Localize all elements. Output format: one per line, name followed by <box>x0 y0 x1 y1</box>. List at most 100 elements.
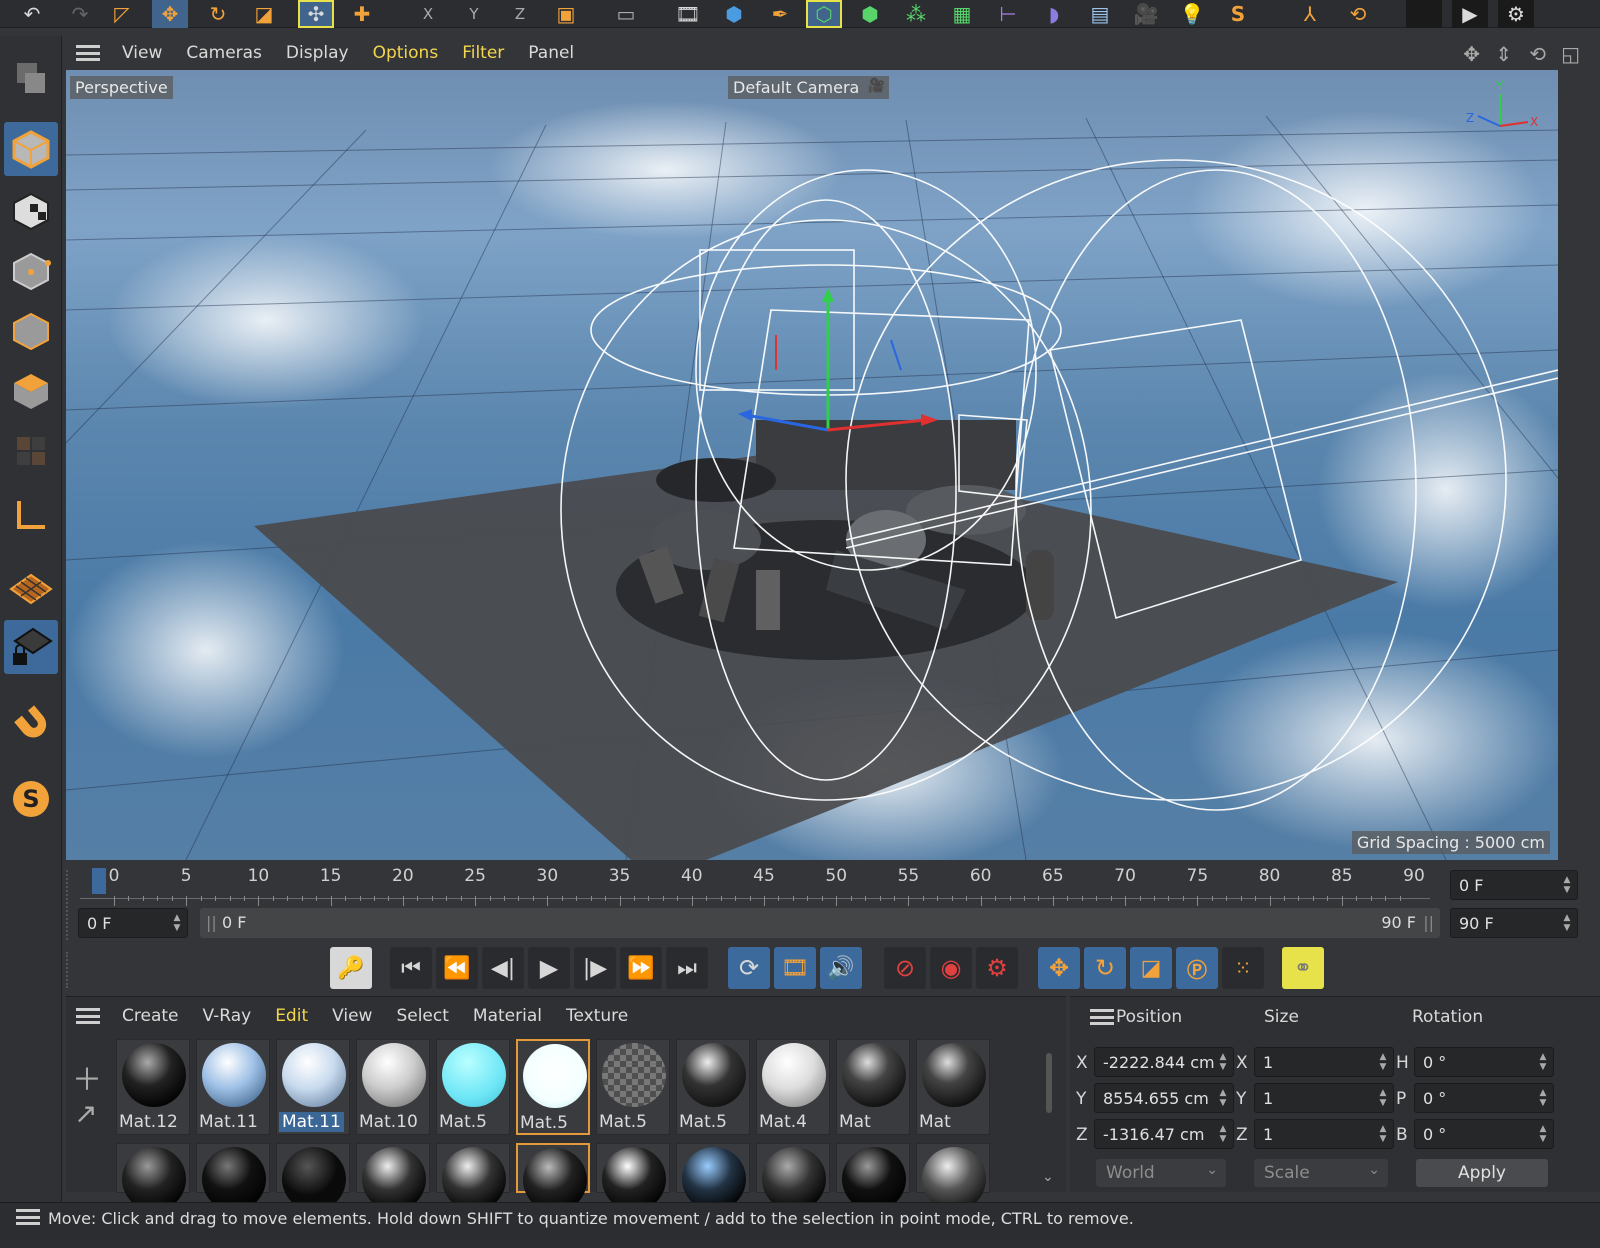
model-mode-icon[interactable] <box>4 122 58 176</box>
end-frame-field[interactable]: 90 F ▲ ▼ <box>1450 908 1578 938</box>
status-menu-hamburger-icon[interactable] <box>16 1209 40 1225</box>
spinner-icon[interactable]: ▲ ▼ <box>1217 1124 1229 1144</box>
menu-view[interactable]: View <box>320 1006 384 1026</box>
material-swatch[interactable]: Mat.5 <box>676 1039 750 1135</box>
plugin-s-icon[interactable]: S <box>1220 0 1256 28</box>
film-strip-icon[interactable]: 🎞 <box>774 947 816 989</box>
spinner-icon[interactable]: ▲ ▼ <box>171 913 183 933</box>
timeline-ruler[interactable]: 0 5 10 15 20 25 30 35 40 45 50 55 60 65 70 75 80 85 90 <box>80 866 1440 906</box>
material-swatch[interactable] <box>356 1143 430 1211</box>
make-editable-icon[interactable] <box>4 50 58 104</box>
menu-material[interactable]: Material <box>461 1006 554 1026</box>
menu-display[interactable]: Display <box>274 43 361 63</box>
menu-texture[interactable]: Texture <box>554 1006 640 1026</box>
undo-icon[interactable]: ↶ <box>14 0 50 28</box>
menu-create[interactable]: Create <box>110 1006 191 1026</box>
rotation-b-field[interactable]: 0 ° ▲ ▼ <box>1414 1119 1554 1149</box>
pan-view-icon[interactable]: ✥ <box>1463 42 1480 66</box>
material-swatch[interactable] <box>196 1143 270 1211</box>
spinner-icon[interactable]: ▲ ▼ <box>1377 1124 1389 1144</box>
record-rotation-icon[interactable]: ◉ <box>930 947 972 989</box>
play-render-icon[interactable]: ▶ <box>1452 0 1488 28</box>
rotate-view-icon[interactable]: ⟲ <box>1529 42 1546 66</box>
move-tool-icon[interactable]: ✥ <box>152 0 188 28</box>
menu-filter[interactable]: Filter <box>450 43 516 63</box>
subdivision-icon[interactable]: ⬡ <box>806 0 842 28</box>
bend-deformer-icon[interactable]: ◗ <box>1036 0 1072 28</box>
menu-select[interactable]: Select <box>384 1006 460 1026</box>
coordinates-menu-hamburger-icon[interactable] <box>1090 1009 1114 1025</box>
sound-icon[interactable]: 🔊 <box>820 947 862 989</box>
lock-x-icon[interactable]: X <box>410 0 446 28</box>
range-slider[interactable]: || 0 F 90 F || <box>200 908 1440 938</box>
menu-options[interactable]: Options <box>361 43 451 63</box>
position-z-field[interactable]: -1316.47 cm ▲ ▼ <box>1094 1119 1234 1149</box>
material-swatch[interactable]: Mat.12 <box>116 1039 190 1135</box>
go-to-start-icon[interactable]: ⏮ <box>390 947 432 989</box>
menu-vray[interactable]: V-Ray <box>191 1006 264 1026</box>
character-icon[interactable]: ⅄ <box>1292 0 1328 28</box>
material-swatch-selected[interactable]: Mat.11 <box>276 1039 350 1135</box>
material-swatch[interactable] <box>116 1143 190 1211</box>
menu-panel[interactable]: Panel <box>516 43 586 63</box>
material-menu-hamburger-icon[interactable] <box>76 1008 100 1024</box>
lock-y-icon[interactable]: Y <box>456 0 492 28</box>
coordinate-system-icon[interactable]: ▣ <box>548 0 584 28</box>
redo-icon[interactable]: ↷ <box>62 0 98 28</box>
transform-icon[interactable]: ✣ <box>298 0 334 28</box>
spinner-icon[interactable]: ▲ ▼ <box>1561 875 1573 895</box>
size-x-field[interactable]: 1 ▲ ▼ <box>1254 1047 1394 1077</box>
material-swatch[interactable] <box>276 1143 350 1211</box>
go-to-end-icon[interactable]: ⏭ <box>666 947 708 989</box>
key-points-icon[interactable]: ⁙ <box>1222 947 1264 989</box>
coordinate-space-dropdown[interactable]: World ⌄ <box>1096 1159 1226 1187</box>
zoom-view-icon[interactable]: ⇕ <box>1495 42 1512 66</box>
add-material-icon[interactable]: ＋ <box>72 1055 102 1099</box>
scroll-down-icon[interactable]: ⌄ <box>1042 1169 1054 1185</box>
material-swatch[interactable] <box>436 1143 510 1211</box>
render-view-icon[interactable]: 🎞 <box>670 0 706 28</box>
material-swatch[interactable] <box>596 1143 670 1211</box>
view-name-label[interactable]: Perspective <box>70 76 173 99</box>
3d-viewport[interactable]: Y X Z Perspective Default Camera 🎥 Grid … <box>66 70 1558 860</box>
motion-system-icon[interactable]: ⚭ <box>1282 947 1324 989</box>
cloner-icon[interactable]: ⁂ <box>898 0 934 28</box>
material-swatch[interactable]: Mat.5 <box>436 1039 510 1135</box>
material-swatch[interactable] <box>836 1143 910 1211</box>
material-swatch[interactable] <box>676 1143 750 1211</box>
spinner-icon[interactable]: ▲ ▼ <box>1537 1124 1549 1144</box>
material-swatch[interactable] <box>756 1143 830 1211</box>
polygons-mode-icon[interactable] <box>4 364 58 418</box>
live-selection-icon[interactable]: ◸ <box>104 0 140 28</box>
menu-edit[interactable]: Edit <box>263 1006 320 1026</box>
spinner-icon[interactable]: ▲ ▼ <box>1537 1088 1549 1108</box>
key-rotation-icon[interactable]: ↻ <box>1084 947 1126 989</box>
settings-gear-icon[interactable]: ⚙ <box>1498 0 1534 28</box>
scale-tool-icon[interactable]: ◪ <box>246 0 282 28</box>
rotation-p-field[interactable]: 0 ° ▲ ▼ <box>1414 1083 1554 1113</box>
size-z-field[interactable]: 1 ▲ ▼ <box>1254 1119 1394 1149</box>
generator-icon[interactable]: ⬢ <box>852 0 888 28</box>
tags-icon[interactable]: ⟲ <box>1340 0 1376 28</box>
size-mode-dropdown[interactable]: Scale ⌄ <box>1254 1159 1388 1187</box>
position-y-field[interactable]: 8554.655 cm ▲ ▼ <box>1094 1083 1234 1113</box>
locked-workplane-icon[interactable] <box>4 620 58 674</box>
light-icon[interactable]: 💡 <box>1174 0 1210 28</box>
material-swatch[interactable]: Mat.4 <box>756 1039 830 1135</box>
points-mode-icon[interactable] <box>4 244 58 298</box>
axis-mode-icon[interactable]: ✚ <box>344 0 380 28</box>
apply-button[interactable]: Apply <box>1416 1159 1548 1187</box>
spinner-icon[interactable]: ▲ ▼ <box>1377 1088 1389 1108</box>
material-swatch[interactable]: Mat.5 <box>516 1039 590 1135</box>
render-region-icon[interactable]: ▭ <box>608 0 644 28</box>
next-key-icon[interactable]: ⏩ <box>620 947 662 989</box>
camera-label[interactable]: Default Camera 🎥 <box>728 76 890 99</box>
camera-icon[interactable]: 🎥 <box>1128 0 1164 28</box>
key-scale-icon[interactable]: ◪ <box>1130 947 1172 989</box>
key-position-icon[interactable]: ✥ <box>1038 947 1080 989</box>
uv-mode-icon[interactable] <box>4 424 58 478</box>
loop-icon[interactable]: ⟳ <box>728 947 770 989</box>
lock-z-icon[interactable]: Z <box>502 0 538 28</box>
previous-key-icon[interactable]: ⏪ <box>436 947 478 989</box>
timeline-grip[interactable] <box>66 870 74 940</box>
